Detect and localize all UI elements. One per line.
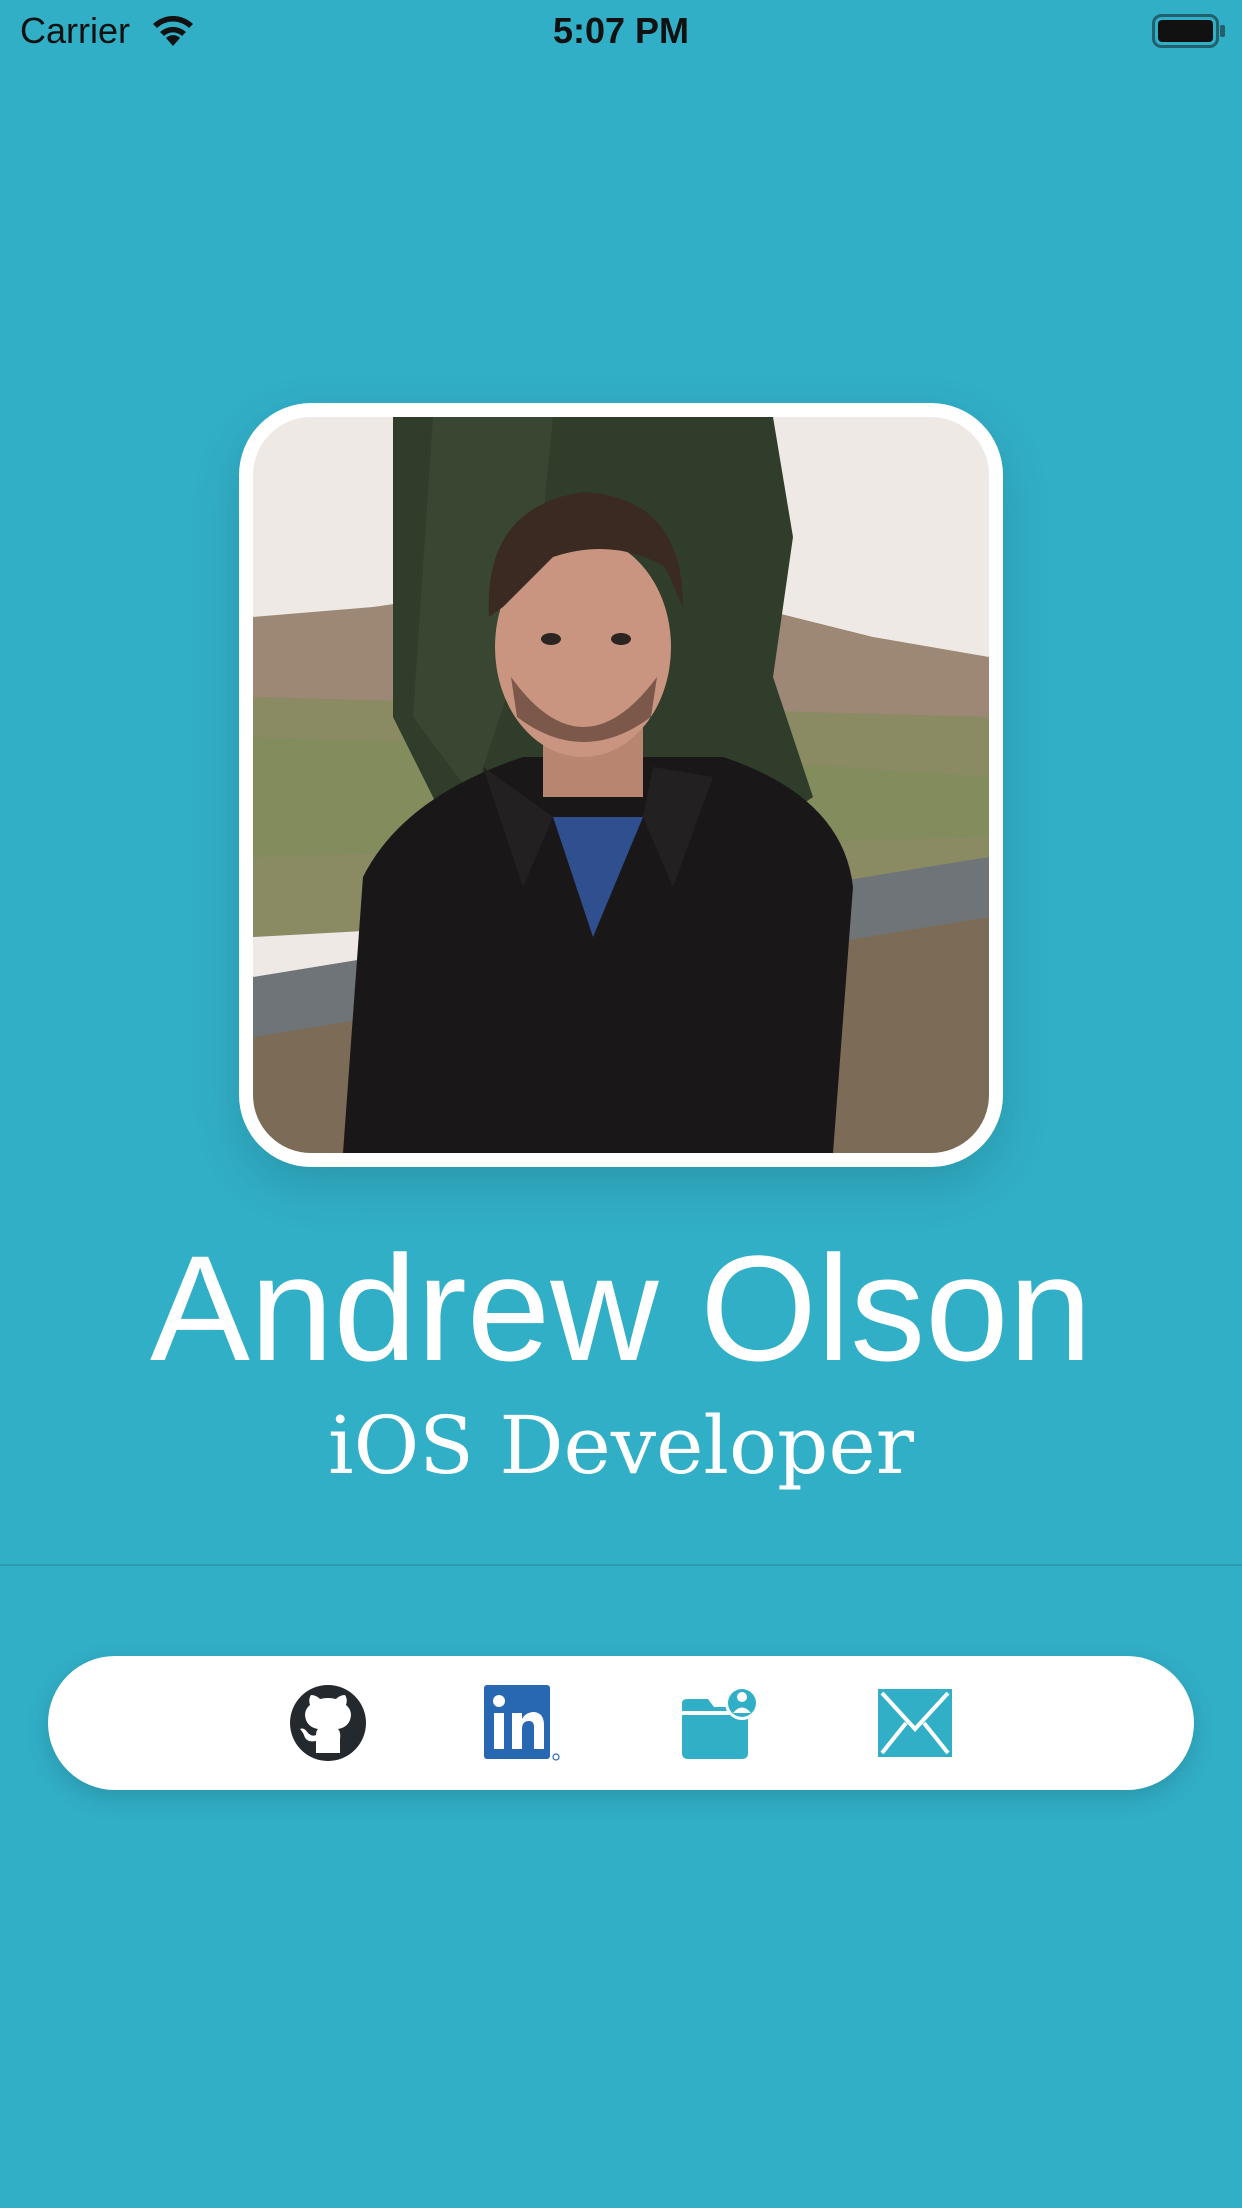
social-links-bar (48, 1656, 1194, 1790)
portfolio-button[interactable] (680, 1683, 760, 1763)
linkedin-button[interactable] (482, 1683, 562, 1763)
mail-icon (876, 1683, 956, 1763)
github-button[interactable] (288, 1683, 368, 1763)
status-bar: Carrier 5:07 PM (0, 0, 1242, 60)
clock: 5:07 PM (552, 10, 690, 51)
battery-icon (1152, 14, 1226, 48)
github-icon (288, 1683, 368, 1763)
profile-photo (253, 417, 989, 1153)
portfolio-folder-icon (680, 1683, 760, 1763)
profile-photo-card (239, 403, 1003, 1167)
linkedin-icon (482, 1683, 562, 1763)
profile-title: iOS Developer (328, 1399, 914, 1492)
divider (0, 1564, 1242, 1566)
profile-name: Andrew Olson (149, 1224, 1093, 1392)
email-button[interactable] (876, 1683, 956, 1763)
